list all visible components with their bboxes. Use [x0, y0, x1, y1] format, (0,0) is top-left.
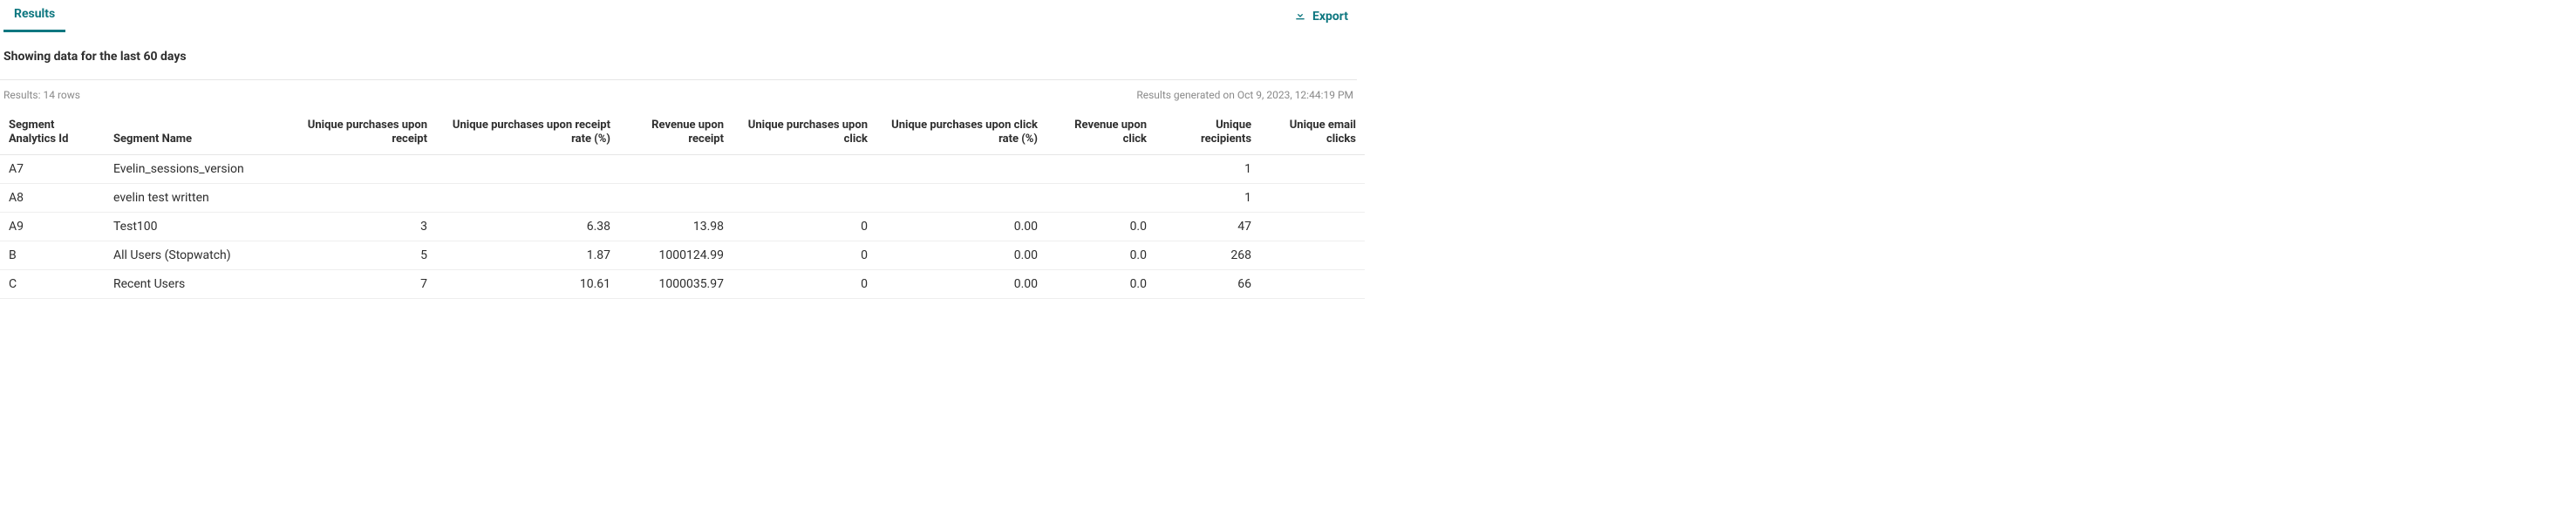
cell-ruc	[1046, 183, 1155, 212]
cell-recipients: 1	[1155, 183, 1260, 212]
cell-ruc	[1046, 154, 1155, 183]
cell-upr_rate: 10.61	[436, 269, 619, 298]
table-header-row: Segment Analytics Id Segment Name Unique…	[0, 112, 1365, 154]
cell-name: Evelin_sessions_version	[105, 154, 279, 183]
cell-recipients: 1	[1155, 154, 1260, 183]
cell-upc_rate: 0.00	[876, 241, 1046, 269]
cell-upc: 0	[733, 269, 876, 298]
cell-uec	[1260, 269, 1365, 298]
cell-upr	[279, 154, 436, 183]
col-uec[interactable]: Unique email clicks	[1260, 112, 1365, 154]
cell-name: All Users (Stopwatch)	[105, 241, 279, 269]
cell-upc_rate: 0.00	[876, 212, 1046, 241]
table-row[interactable]: A8evelin test written 1	[0, 183, 1365, 212]
table-row[interactable]: A7Evelin_sessions_version 1	[0, 154, 1365, 183]
cell-rur: 1000035.97	[619, 269, 733, 298]
cell-upr_rate: 6.38	[436, 212, 619, 241]
col-name[interactable]: Segment Name	[105, 112, 279, 154]
col-upr[interactable]: Unique purchases upon receipt	[279, 112, 436, 154]
table-row[interactable]: BAll Users (Stopwatch)51.871000124.9900.…	[0, 241, 1365, 269]
cell-id: C	[0, 269, 105, 298]
cell-rur: 13.98	[619, 212, 733, 241]
cell-id: B	[0, 241, 105, 269]
cell-rur	[619, 154, 733, 183]
export-button[interactable]: Export	[1288, 1, 1353, 32]
cell-recipients: 66	[1155, 269, 1260, 298]
col-recipients[interactable]: Unique recipients	[1155, 112, 1260, 154]
subtitle: Showing data for the last 60 days	[0, 32, 1357, 79]
cell-uec	[1260, 212, 1365, 241]
cell-upc	[733, 183, 876, 212]
cell-recipients: 47	[1155, 212, 1260, 241]
cell-upr_rate: 1.87	[436, 241, 619, 269]
generated-timestamp: Results generated on Oct 9, 2023, 12:44:…	[1136, 89, 1353, 101]
cell-name: evelin test written	[105, 183, 279, 212]
download-icon	[1293, 8, 1307, 25]
col-upc[interactable]: Unique purchases upon click	[733, 112, 876, 154]
cell-name: Test100	[105, 212, 279, 241]
cell-uec	[1260, 154, 1365, 183]
col-rur[interactable]: Revenue upon receipt	[619, 112, 733, 154]
cell-upc_rate	[876, 154, 1046, 183]
tab-results[interactable]: Results	[3, 0, 65, 32]
cell-ruc: 0.0	[1046, 212, 1155, 241]
cell-name: Recent Users	[105, 269, 279, 298]
export-label: Export	[1312, 10, 1348, 24]
cell-upc: 0	[733, 212, 876, 241]
col-upr-rate[interactable]: Unique purchases upon receipt rate (%)	[436, 112, 619, 154]
cell-upr: 3	[279, 212, 436, 241]
cell-upr_rate	[436, 154, 619, 183]
cell-id: A7	[0, 154, 105, 183]
cell-ruc: 0.0	[1046, 269, 1155, 298]
cell-ruc: 0.0	[1046, 241, 1155, 269]
cell-upr	[279, 183, 436, 212]
cell-upc	[733, 154, 876, 183]
cell-upr: 7	[279, 269, 436, 298]
cell-id: A9	[0, 212, 105, 241]
cell-upc_rate	[876, 183, 1046, 212]
cell-uec	[1260, 183, 1365, 212]
cell-upr_rate	[436, 183, 619, 212]
table-row[interactable]: CRecent Users710.611000035.9700.000.066	[0, 269, 1365, 298]
col-ruc[interactable]: Revenue upon click	[1046, 112, 1155, 154]
cell-upc_rate: 0.00	[876, 269, 1046, 298]
cell-upr: 5	[279, 241, 436, 269]
cell-rur: 1000124.99	[619, 241, 733, 269]
results-count: Results: 14 rows	[3, 89, 80, 101]
cell-recipients: 268	[1155, 241, 1260, 269]
cell-rur	[619, 183, 733, 212]
table-row[interactable]: A9Test10036.3813.9800.000.047	[0, 212, 1365, 241]
results-table: Segment Analytics Id Segment Name Unique…	[0, 112, 1365, 299]
cell-upc: 0	[733, 241, 876, 269]
col-upc-rate[interactable]: Unique purchases upon click rate (%)	[876, 112, 1046, 154]
cell-uec	[1260, 241, 1365, 269]
cell-id: A8	[0, 183, 105, 212]
col-id[interactable]: Segment Analytics Id	[0, 112, 105, 154]
